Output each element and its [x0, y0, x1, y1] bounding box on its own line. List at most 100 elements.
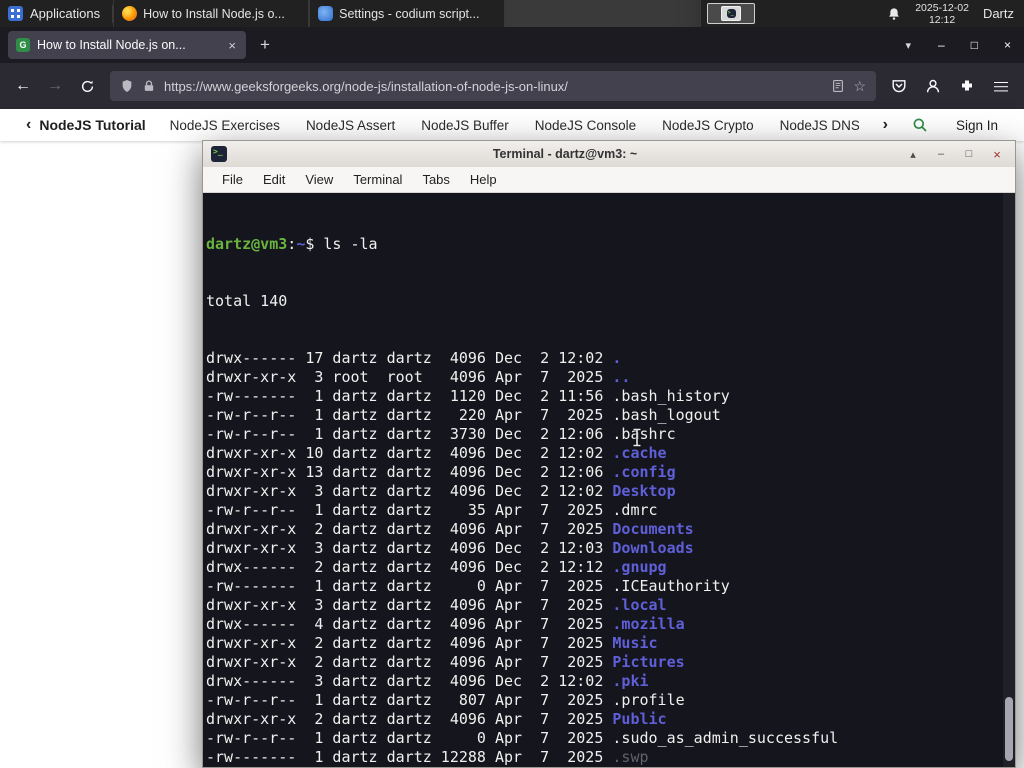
file-meta: -rw------- 1 dartz dartz 12288 Apr 7 202… — [206, 748, 613, 766]
file-meta: drwx------ 4 dartz dartz 4096 Apr 7 2025 — [206, 615, 613, 633]
user-name[interactable]: Dartz — [983, 6, 1014, 21]
new-tab-button[interactable]: + — [250, 35, 280, 55]
terminal-menu-terminal[interactable]: Terminal — [343, 172, 412, 187]
back-button[interactable]: ← — [8, 71, 38, 101]
url-text[interactable]: https://www.geeksforgeeks.org/node-js/in… — [164, 79, 823, 94]
terminal-menu-file[interactable]: File — [212, 172, 253, 187]
scroll-left-icon[interactable]: ‹ — [26, 116, 31, 134]
extensions-icon[interactable] — [952, 71, 982, 101]
browser-close-button[interactable]: × — [991, 38, 1024, 52]
notification-bell-icon[interactable] — [887, 7, 901, 21]
terminal-line: -rw------- 1 dartz dartz 0 Apr 7 2025 .I… — [206, 577, 1015, 596]
account-icon[interactable] — [918, 71, 948, 101]
tab-close-icon[interactable]: × — [226, 38, 238, 53]
site-nav-item-nodejs-assert[interactable]: NodeJS Assert — [306, 118, 395, 133]
reader-view-icon[interactable] — [831, 79, 845, 93]
browser-maximize-button[interactable]: □ — [958, 38, 991, 52]
file-meta: drwxr-xr-x 2 dartz dartz 4096 Apr 7 2025 — [206, 653, 613, 671]
workspace-window-preview — [721, 6, 742, 21]
site-nav-item-nodejs-crypto[interactable]: NodeJS Crypto — [662, 118, 754, 133]
workspace-switcher[interactable] — [707, 3, 756, 24]
terminal-line: -rw-r--r-- 1 dartz dartz 3730 Dec 2 12:0… — [206, 425, 1015, 444]
terminal-menu-help[interactable]: Help — [460, 172, 507, 187]
site-nav-item-nodejs-exercises[interactable]: NodeJS Exercises — [170, 118, 280, 133]
terminal-line: -rw-r--r-- 1 dartz dartz 35 Apr 7 2025 .… — [206, 501, 1015, 520]
reload-button[interactable] — [72, 71, 102, 101]
file-meta: drwx------ 17 dartz dartz 4096 Dec 2 12:… — [206, 349, 613, 367]
terminal-line: drwxr-xr-x 3 root root 4096 Apr 7 2025 .… — [206, 368, 1015, 387]
applications-menu-button[interactable]: Applications — [0, 0, 112, 27]
file-meta: drwxr-xr-x 3 dartz dartz 4096 Dec 2 12:0… — [206, 482, 613, 500]
file-name: . — [612, 349, 622, 367]
taskbar: How to Install Node.js o... Settings - co… — [113, 0, 702, 27]
file-name: Music — [612, 634, 658, 652]
tab-title: How to Install Node.js on... — [37, 38, 186, 52]
site-nav-primary-label[interactable]: NodeJS Tutorial — [39, 117, 145, 133]
file-meta: drwxr-xr-x 3 dartz dartz 4096 Apr 7 2025 — [206, 596, 613, 614]
terminal-line: -rw-r--r-- 1 dartz dartz 220 Apr 7 2025 … — [206, 406, 1015, 425]
terminal-line: drwxr-xr-x 2 dartz dartz 4096 Apr 7 2025… — [206, 653, 1015, 672]
site-search-icon[interactable] — [912, 117, 928, 133]
terminal-menu-view[interactable]: View — [295, 172, 343, 187]
site-nav-item-nodejs-console[interactable]: NodeJS Console — [535, 118, 636, 133]
terminal-line: drwxr-xr-x 3 dartz dartz 4096 Dec 2 12:0… — [206, 482, 1015, 501]
terminal-shade-button[interactable]: ▴ — [903, 148, 923, 161]
url-bar[interactable]: https://www.geeksforgeeks.org/node-js/in… — [110, 71, 876, 101]
taskbar-item-label: Settings - codium script... — [339, 6, 480, 21]
tracking-shield-icon[interactable] — [120, 79, 134, 93]
file-name: Documents — [612, 520, 694, 538]
clock-date: 2025-12-02 — [915, 1, 969, 14]
terminal-scrollbar[interactable] — [1003, 193, 1015, 767]
sign-in-link[interactable]: Sign In — [956, 118, 998, 133]
hamburger-icon — [994, 81, 1008, 92]
app-menu-icon[interactable] — [986, 71, 1016, 101]
file-name: .ICEauthority — [612, 577, 730, 595]
terminal-app-icon — [211, 146, 227, 162]
settings-icon — [318, 6, 334, 21]
file-name: Downloads — [612, 539, 694, 557]
taskbar-item-settings[interactable]: Settings - codium script... — [309, 0, 506, 27]
browser-minimize-button[interactable]: – — [925, 38, 958, 52]
terminal-scrollbar-thumb[interactable] — [1005, 697, 1013, 761]
terminal-mini-icon — [726, 9, 736, 18]
file-name: .dmrc — [612, 501, 658, 519]
terminal-title: Terminal - dartz@vm3: ~ — [492, 147, 638, 161]
file-name: .local — [612, 596, 667, 614]
site-nav-item-nodejs-buffer[interactable]: NodeJS Buffer — [421, 118, 509, 133]
file-name: .bashrc — [612, 425, 676, 443]
file-meta: drwxr-xr-x 3 dartz dartz 4096 Dec 2 12:0… — [206, 539, 613, 557]
top-panel: Applications How to Install Node.js o...… — [0, 0, 1024, 27]
terminal-maximize-button[interactable]: □ — [959, 148, 979, 160]
terminal-line: drwxr-xr-x 3 dartz dartz 4096 Apr 7 2025… — [206, 596, 1015, 615]
lock-icon[interactable] — [142, 79, 156, 93]
terminal-line: -rw------- 1 dartz dartz 1120 Dec 2 11:5… — [206, 387, 1015, 406]
tab-favicon: G — [16, 38, 30, 52]
prompt-separator: : — [287, 235, 297, 253]
prompt-path: ~ — [296, 235, 306, 253]
taskbar-item-terminal[interactable]: Terminal - dartz@vm3: ~ — [505, 0, 702, 27]
terminal-output-area[interactable]: dartz@vm3:~$ ls -la total 140 drwx------… — [203, 193, 1015, 767]
file-name: .swp — [612, 748, 649, 766]
file-meta: -rw-r--r-- 1 dartz dartz 3730 Dec 2 12:0… — [206, 425, 613, 443]
file-meta: drwxr-xr-x 2 dartz dartz 4096 Apr 7 2025 — [206, 634, 613, 652]
taskbar-item-firefox[interactable]: How to Install Node.js o... — [113, 0, 310, 27]
terminal-titlebar[interactable]: Terminal - dartz@vm3: ~ ▴ – □ × — [203, 141, 1015, 167]
site-navigation: ‹ NodeJS Tutorial NodeJS Exercises NodeJS… — [0, 109, 1024, 141]
pocket-icon[interactable] — [884, 71, 914, 101]
terminal-menu-edit[interactable]: Edit — [253, 172, 295, 187]
file-name: .profile — [612, 691, 685, 709]
browser-tab[interactable]: G How to Install Node.js on... × — [8, 31, 246, 59]
file-meta: drwx------ 3 dartz dartz 4096 Dec 2 12:0… — [206, 672, 613, 690]
site-nav-item-nodejs-dns[interactable]: NodeJS DNS — [780, 118, 859, 133]
list-all-tabs-icon[interactable]: ▾ — [892, 39, 926, 52]
terminal-minimize-button[interactable]: – — [931, 148, 951, 160]
bookmark-star-icon[interactable]: ☆ — [853, 78, 866, 95]
site-nav-primary[interactable]: ‹ NodeJS Tutorial — [26, 116, 146, 134]
file-meta: -rw-r--r-- 1 dartz dartz 220 Apr 7 2025 — [206, 406, 613, 424]
clock[interactable]: 2025-12-02 12:12 — [915, 2, 969, 26]
forward-button: → — [47, 77, 63, 94]
terminal-close-button[interactable]: × — [987, 147, 1007, 162]
scroll-right-icon[interactable]: › — [883, 116, 888, 134]
terminal-line: drwxr-xr-x 2 dartz dartz 4096 Apr 7 2025… — [206, 710, 1015, 729]
terminal-menu-tabs[interactable]: Tabs — [412, 172, 459, 187]
